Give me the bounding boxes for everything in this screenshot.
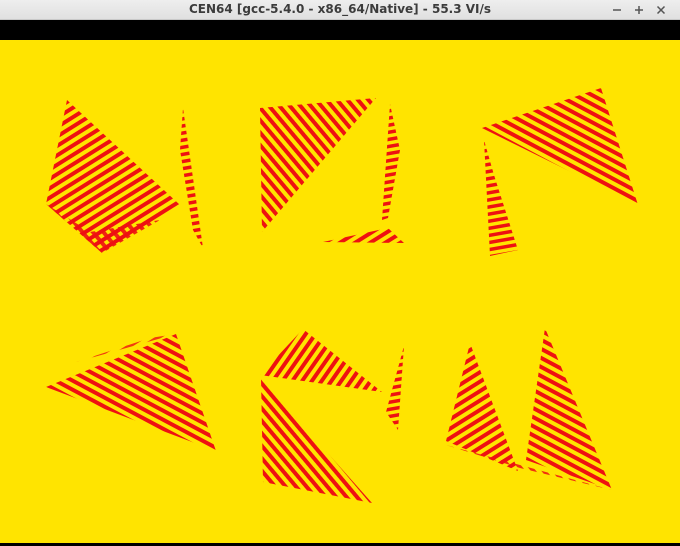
close-icon [656, 5, 666, 15]
window-title: CEN64 [gcc-5.4.0 - x86_64/Native] - 55.3… [188, 2, 492, 16]
maximize-button[interactable] [628, 1, 650, 19]
emulator-window: CEN64 [gcc-5.4.0 - x86_64/Native] - 55.3… [0, 0, 680, 546]
title-bar[interactable]: CEN64 [gcc-5.4.0 - x86_64/Native] - 55.3… [0, 0, 680, 20]
striped-shape-6 [446, 328, 612, 490]
window-controls [606, 1, 672, 19]
striped-shape-2 [260, 98, 404, 243]
striped-shape-4 [46, 334, 216, 451]
close-button[interactable] [650, 1, 672, 19]
minimize-button[interactable] [606, 1, 628, 19]
striped-shape-5 [260, 329, 404, 503]
top-letterbox [0, 20, 680, 40]
maximize-icon [635, 6, 643, 14]
game-viewport[interactable] [0, 40, 680, 543]
minimize-icon [613, 9, 621, 11]
render-scene [46, 88, 638, 503]
striped-shape-1 [46, 100, 203, 253]
striped-shape-3 [482, 88, 638, 256]
